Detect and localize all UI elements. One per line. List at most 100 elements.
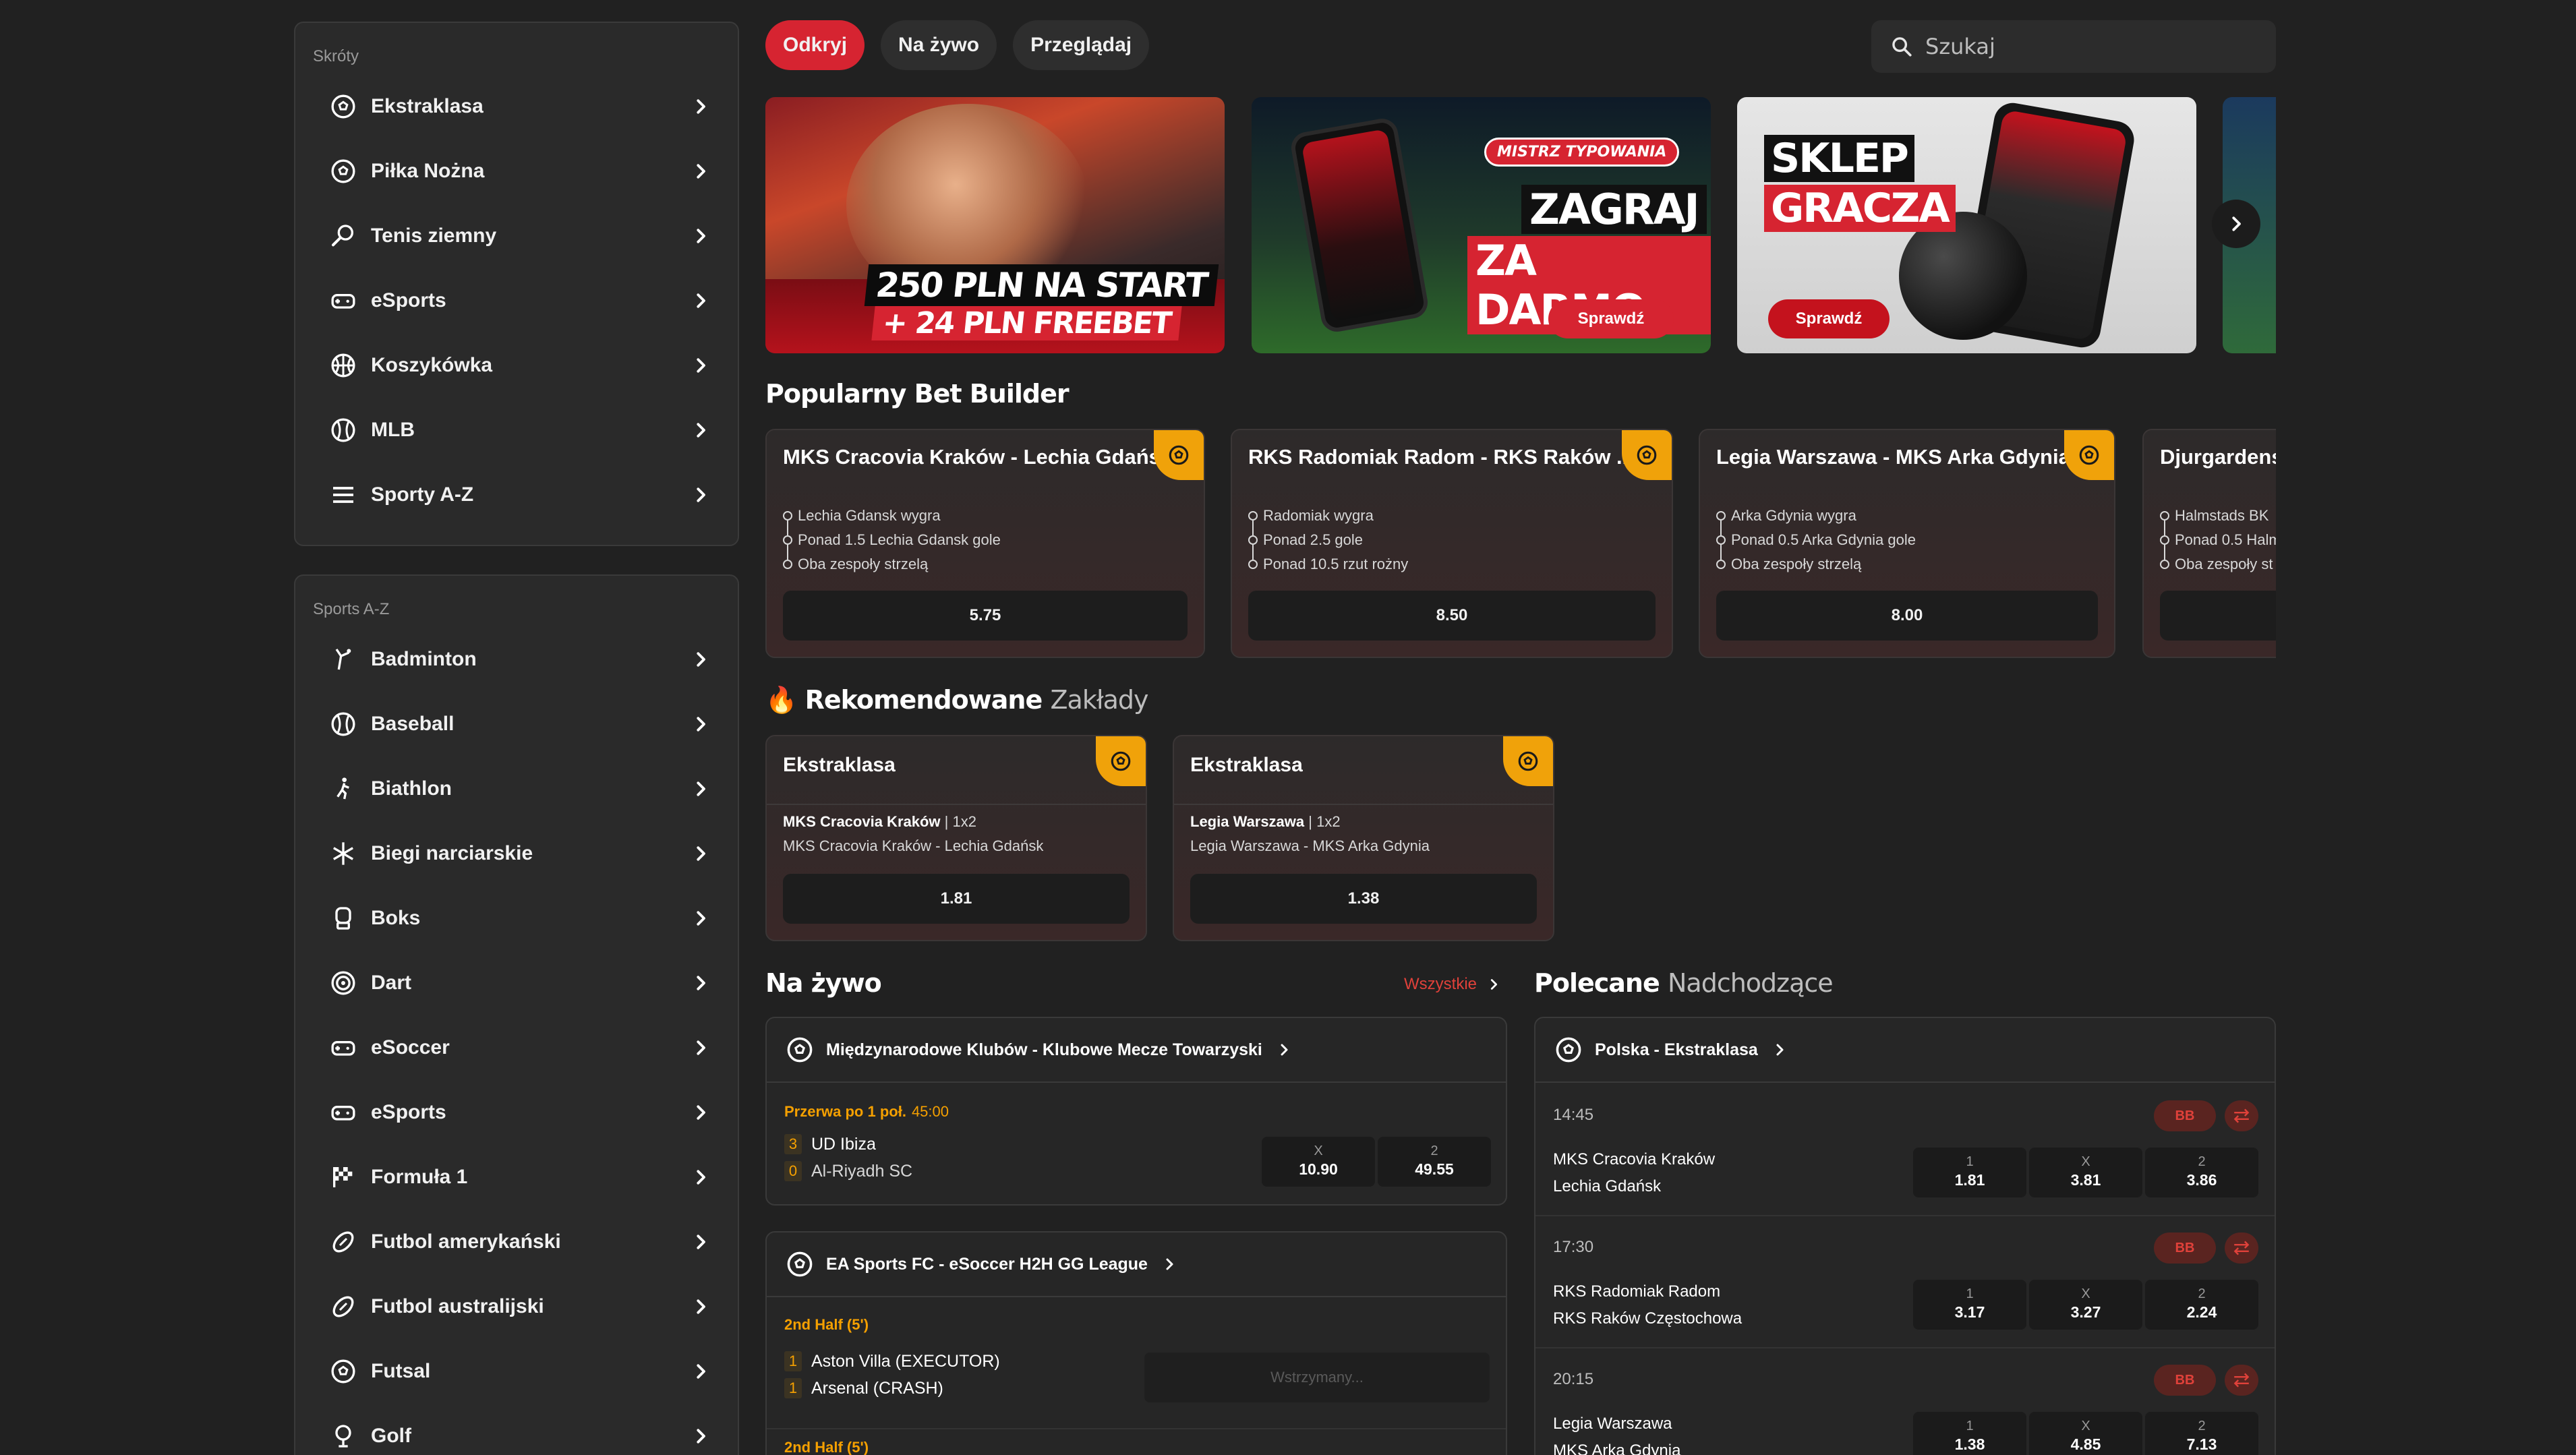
chevron-right-icon	[697, 1364, 705, 1379]
shortcuts-panel: Skróty Ekstraklasa Piłka Nożna Tenis ziemn…	[294, 22, 739, 546]
odd-button-x[interactable]: X 3.81	[2029, 1148, 2142, 1197]
sidebar-item-label: Boks	[371, 907, 421, 929]
odd-button-1[interactable]: 1 3.17	[1913, 1280, 2026, 1330]
chevron-right-icon	[697, 358, 705, 373]
chevron-right-icon	[697, 164, 705, 179]
odd-button-2[interactable]: 2 49.55	[1378, 1137, 1491, 1187]
sidebar-item-esports[interactable]: eSports	[295, 1080, 738, 1145]
soccer-ball-icon	[787, 1037, 813, 1063]
bet-builder-badge[interactable]: BB	[2154, 1100, 2216, 1131]
away-team: MKS Arka Gdynia	[1553, 1442, 1681, 1455]
odd-button-1[interactable]: 1 1.38	[1913, 1412, 2026, 1455]
bet-builder-card[interactable]: Djurgardens Halmstads BK Ponad 0.5 Halm Oba…	[2142, 429, 2276, 658]
bet-builder-badge[interactable]: BB	[2154, 1365, 2216, 1396]
bet-leg: Ponad 1.5 Lechia Gdansk gole	[783, 531, 1001, 560]
sidebar-item-esports[interactable]: eSports	[295, 268, 738, 333]
home-score: 3	[784, 1134, 802, 1154]
sidebar-item-esoccer[interactable]: eSoccer	[295, 1015, 738, 1080]
sidebar-item-label: eSoccer	[371, 1036, 450, 1059]
live-away-team: 1 Arsenal (CRASH)	[784, 1378, 943, 1398]
sidebar-item-futbol-ameryka-ski[interactable]: Futbol amerykański	[295, 1210, 738, 1274]
sidebar-item-golf[interactable]: Golf	[295, 1404, 738, 1455]
home-team: Legia Warszawa	[1553, 1415, 1672, 1433]
odd-button-x[interactable]: X 10.90	[1262, 1137, 1375, 1187]
upcoming-league-header[interactable]: Polska - Ekstraklasa	[1535, 1018, 2275, 1083]
chevron-right-icon	[697, 487, 705, 502]
sidebar-item-sporty-a-z[interactable]: Sporty A-Z	[295, 463, 738, 527]
chevron-right-icon	[697, 1105, 705, 1120]
tab-odkryj[interactable]: Odkryj	[765, 20, 865, 70]
search-input[interactable]: Szukaj	[1871, 20, 2276, 73]
bet-builder-badge[interactable]: BB	[2154, 1233, 2216, 1264]
live-event-card[interactable]: EA Sports FC - eSoccer H2H GG League 2nd…	[765, 1231, 1507, 1455]
chevron-right-icon	[2232, 216, 2241, 231]
sidebar-item-badminton[interactable]: Badminton	[295, 627, 738, 692]
bet-builder-card[interactable]: Legia Warszawa - MKS Arka Gdynia Arka Gdy…	[1699, 429, 2115, 658]
sidebar-item-boks[interactable]: Boks	[295, 886, 738, 951]
sidebar-item-label: Futsal	[371, 1360, 431, 1382]
odd-button-1[interactable]: 1 1.81	[1913, 1148, 2026, 1197]
swap-icon[interactable]	[2225, 1233, 2258, 1264]
checkered-flag-icon	[329, 1163, 357, 1191]
chevron-right-icon	[697, 1299, 705, 1314]
soccer-ball-icon	[1096, 736, 1146, 786]
live-event-league-header[interactable]: Międzynarodowe Klubów - Klubowe Mecze To…	[767, 1018, 1506, 1083]
odd-button-2[interactable]: 2 3.86	[2145, 1148, 2258, 1197]
recommended-card[interactable]: Ekstraklasa MKS Cracovia Kraków | 1x2 MKS …	[765, 735, 1147, 941]
banner-3-line1: SKLEP	[1771, 135, 1909, 182]
chevron-right-icon	[697, 293, 705, 308]
sidebar-item-dart[interactable]: Dart	[295, 951, 738, 1015]
odd-button-x[interactable]: X 3.27	[2029, 1280, 2142, 1330]
sidebar-item-baseball[interactable]: Baseball	[295, 692, 738, 756]
odds-button[interactable]: 5.75	[783, 591, 1188, 641]
promo-banner-sklep-gracza[interactable]: SKLEP GRACZA Sprawdź	[1737, 97, 2196, 353]
soccer-ball-icon	[1503, 736, 1553, 786]
odd-button-2[interactable]: 2 2.24	[2145, 1280, 2258, 1330]
live-event-league-header[interactable]: EA Sports FC - eSoccer H2H GG League	[767, 1233, 1506, 1297]
promo-banner-mistrz-typowania[interactable]: MISTRZ TYPOWANIA ZAGRAJ ZA DARMO Sprawdź	[1252, 97, 1711, 353]
sidebar-item-biathlon[interactable]: Biathlon	[295, 756, 738, 821]
odd-button-2[interactable]: 2 7.13	[2145, 1412, 2258, 1455]
live-title: Na żywo	[765, 968, 882, 998]
away-score: 0	[784, 1161, 802, 1181]
live-home-team: 3 UD Ibiza	[784, 1134, 876, 1154]
sidebar-item-ekstraklasa[interactable]: Ekstraklasa	[295, 74, 738, 139]
tab-przegladaj[interactable]: Przeglądaj	[1013, 20, 1150, 70]
swap-icon[interactable]	[2225, 1100, 2258, 1131]
odds-button[interactable]: 8.00	[1716, 591, 2098, 641]
football-icon	[329, 1228, 357, 1256]
recommended-card[interactable]: Ekstraklasa Legia Warszawa | 1x2 Legia War…	[1173, 735, 1554, 941]
odds-button[interactable]	[2160, 591, 2276, 641]
boxing-glove-icon	[329, 904, 357, 932]
odd-button-x[interactable]: X 4.85	[2029, 1412, 2142, 1455]
sidebar-item-mlb[interactable]: MLB	[295, 398, 738, 463]
sidebar-item-biegi-narciarskie[interactable]: Biegi narciarskie	[295, 821, 738, 886]
sidebar-item-tenis-ziemny[interactable]: Tenis ziemny	[295, 204, 738, 268]
banner-2-cta-button[interactable]: Sprawdź	[1548, 299, 1674, 338]
away-team: Lechia Gdańsk	[1553, 1177, 1662, 1195]
sidebar-item-futsal[interactable]: Futsal	[295, 1339, 738, 1404]
sidebar-item-label: Baseball	[371, 713, 455, 735]
live-event-card[interactable]: Międzynarodowe Klubów - Klubowe Mecze To…	[765, 1017, 1507, 1206]
sidebar-item-pi-ka-no-na[interactable]: Piłka Nożna	[295, 139, 738, 204]
live-all-link[interactable]: Wszystkie	[1404, 975, 1501, 994]
sidebar-item-formu-a-1[interactable]: Formuła 1	[295, 1145, 738, 1210]
carousel-next-button[interactable]	[2212, 200, 2260, 248]
phone-illustration	[1289, 116, 1430, 334]
badminton-icon	[329, 645, 357, 674]
swap-icon[interactable]	[2225, 1365, 2258, 1396]
odds-button[interactable]: 1.81	[783, 874, 1130, 924]
sidebar-item-futbol-australijski[interactable]: Futbol australijski	[295, 1274, 738, 1339]
chevron-right-icon	[697, 911, 705, 926]
bet-builder-match: Legia Warszawa - MKS Arka Gdynia	[1716, 445, 2070, 469]
banner-3-cta-button[interactable]: Sprawdź	[1768, 299, 1890, 338]
bet-builder-card[interactable]: RKS Radomiak Radom - RKS Raków ... Radomi…	[1231, 429, 1673, 658]
odds-button[interactable]: 8.50	[1248, 591, 1656, 641]
promo-banner-welcome[interactable]: 250 PLN NA START + 24 PLN FREEBET	[765, 97, 1225, 353]
tab-na-zywo[interactable]: Na żywo	[881, 20, 997, 70]
bet-builder-card[interactable]: MKS Cracovia Kraków - Lechia Gdańsk Lechi…	[765, 429, 1205, 658]
odds-button[interactable]: 1.38	[1190, 874, 1537, 924]
recommended-league: Ekstraklasa	[1190, 754, 1303, 776]
sidebar-item-koszyk-wka[interactable]: Koszykówka	[295, 333, 738, 398]
soccer-ball-icon	[1556, 1037, 1581, 1063]
